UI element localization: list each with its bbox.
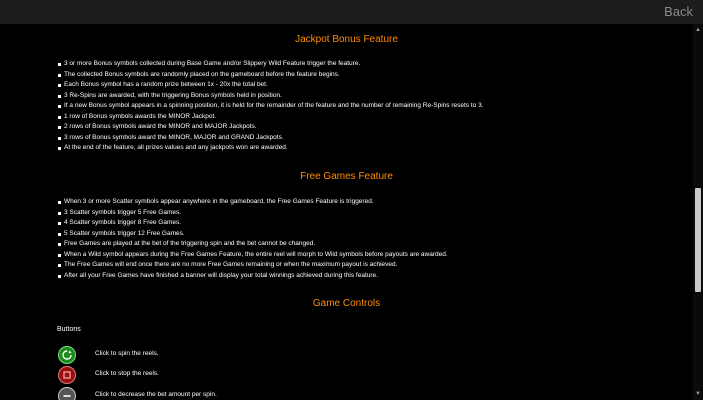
list-item: 3 Re-Spins are awarded, with the trigger… (58, 91, 484, 102)
control-description: Click to stop the reels. (95, 370, 159, 377)
control-description: Click to spin the reels. (95, 350, 159, 357)
control-description: Click to decrease the bet amount per spi… (95, 391, 217, 398)
scrollbar[interactable]: ▲ ▼ (693, 24, 703, 400)
list-item: When 3 or more Scatter symbols appear an… (58, 197, 448, 208)
list-item: The collected Bonus symbols are randomly… (58, 70, 484, 81)
list-item: Each Bonus symbol has a random prize bet… (58, 80, 484, 91)
list-item: 1 row of Bonus symbols awards the MINOR … (58, 112, 484, 123)
list-item: If a new Bonus symbol appears in a spinn… (58, 101, 484, 112)
list-item: The Free Games will end once there are n… (58, 260, 448, 271)
list-item: At the end of the feature, all prizes va… (58, 143, 484, 154)
list-item: 2 rows of Bonus symbols award the MINOR … (58, 122, 484, 133)
list-item: Free Games are played at the bet of the … (58, 239, 448, 250)
list-item: 3 rows of Bonus symbols award the MINOR,… (58, 133, 484, 144)
list-item: 4 Scatter symbols trigger 8 Free Games. (58, 218, 448, 229)
list-item: 5 Scatter symbols trigger 12 Free Games. (58, 229, 448, 240)
buttons-label: Buttons (57, 326, 81, 333)
scroll-up-icon[interactable]: ▲ (693, 27, 703, 33)
scrollbar-thumb[interactable] (695, 188, 701, 292)
control-row-stop: Click to stop the reels. (58, 366, 358, 384)
jackpot-feature-title: Jackpot Bonus Feature (295, 34, 398, 45)
help-content: Jackpot Bonus Feature 3 or more Bonus sy… (0, 24, 693, 400)
control-row-spin: Click to spin the reels. (58, 346, 358, 364)
free-games-list: When 3 or more Scatter symbols appear an… (58, 197, 448, 281)
stop-icon (58, 366, 76, 384)
spin-icon (58, 346, 76, 364)
back-button[interactable]: Back (664, 4, 693, 19)
jackpot-feature-list: 3 or more Bonus symbols collected during… (58, 59, 484, 154)
list-item: After all your Free Games have finished … (58, 271, 448, 282)
minus-icon (58, 387, 76, 400)
scroll-down-icon[interactable]: ▼ (693, 391, 703, 397)
list-item: 3 or more Bonus symbols collected during… (58, 59, 484, 70)
free-games-title: Free Games Feature (300, 171, 393, 182)
top-bar: Back (0, 0, 703, 24)
list-item: When a Wild symbol appears during the Fr… (58, 250, 448, 261)
game-controls-title: Game Controls (312, 298, 381, 309)
control-row-decrease-bet: Click to decrease the bet amount per spi… (58, 387, 358, 400)
list-item: 3 Scatter symbols trigger 5 Free Games. (58, 208, 448, 219)
